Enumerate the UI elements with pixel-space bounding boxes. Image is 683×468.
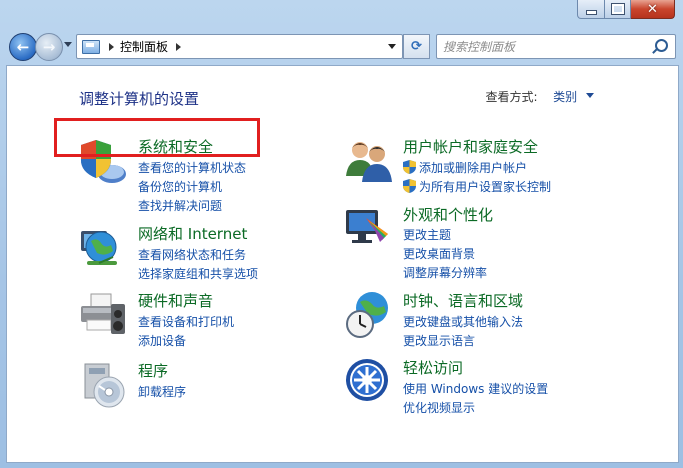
- users-icon: [346, 142, 392, 182]
- category-link[interactable]: 更改显示语言: [403, 332, 475, 349]
- maximize-button[interactable]: [605, 0, 631, 19]
- category-link[interactable]: 查看网络状态和任务: [138, 246, 246, 263]
- breadcrumb-control-panel[interactable]: 控制面板: [120, 38, 168, 55]
- category-title[interactable]: 轻松访问: [403, 357, 463, 378]
- programs-disc-icon: [84, 363, 125, 408]
- uac-shield-icon: [403, 160, 416, 174]
- view-by-row: 查看方式: 类别: [485, 88, 595, 105]
- category-link[interactable]: 优化视频显示: [403, 399, 475, 416]
- category-link[interactable]: 查看设备和打印机: [138, 313, 234, 330]
- category-title[interactable]: 硬件和声音: [138, 290, 213, 311]
- address-dropdown-icon[interactable]: [388, 44, 396, 49]
- search-input[interactable]: [441, 37, 650, 57]
- category-link[interactable]: 选择家庭组和共享选项: [138, 265, 258, 282]
- caption-buttons: ✕: [577, 0, 675, 20]
- view-by-dropdown-icon[interactable]: [586, 93, 594, 98]
- maximize-icon: [610, 3, 625, 15]
- category-link[interactable]: 添加设备: [138, 332, 186, 349]
- category-title[interactable]: 用户帐户和家庭安全: [403, 136, 538, 157]
- back-button[interactable]: ←: [9, 33, 37, 61]
- uac-shield-icon: [403, 179, 416, 193]
- forward-button[interactable]: →: [35, 33, 63, 61]
- category-link[interactable]: 备份您的计算机: [138, 178, 222, 195]
- category-link[interactable]: 更改键盘或其他输入法: [403, 313, 523, 330]
- view-by-value[interactable]: 类别: [553, 90, 577, 104]
- category-link[interactable]: 查找并解决问题: [138, 197, 222, 214]
- ease-of-access-icon: [346, 359, 388, 401]
- control-panel-window: ✕ ← → 控制面板 ⟳ 调整计算机的设置 查看方式: 类别: [0, 0, 683, 468]
- control-panel-folder-icon: [82, 39, 100, 54]
- breadcrumb-separator-icon[interactable]: [176, 42, 182, 51]
- category-link[interactable]: 卸载程序: [138, 383, 186, 400]
- category-link[interactable]: 添加或删除用户帐户: [419, 159, 527, 176]
- category-title[interactable]: 程序: [138, 360, 168, 381]
- back-arrow-icon: ←: [16, 38, 30, 56]
- refresh-button[interactable]: ⟳: [403, 34, 430, 59]
- refresh-icon: ⟳: [411, 39, 422, 54]
- address-bar[interactable]: 控制面板: [76, 34, 403, 59]
- category-link[interactable]: 更改桌面背景: [403, 245, 475, 262]
- close-button[interactable]: ✕: [631, 0, 675, 19]
- category-title[interactable]: 外观和个性化: [403, 204, 493, 225]
- printer-icon: [81, 293, 125, 334]
- page-title: 调整计算机的设置: [79, 90, 200, 108]
- network-globe-icon: [81, 231, 117, 265]
- recent-pages-dropdown[interactable]: [64, 42, 72, 47]
- minimize-icon: [585, 9, 597, 15]
- search-icon[interactable]: [655, 39, 668, 52]
- view-by-label: 查看方式:: [485, 90, 538, 104]
- search-box[interactable]: [436, 34, 676, 59]
- category-title[interactable]: 时钟、语言和区域: [403, 290, 523, 311]
- category-title[interactable]: 网络和 Internet: [138, 223, 247, 244]
- category-link[interactable]: 查看您的计算机状态: [138, 159, 246, 176]
- clock-globe-icon: [346, 292, 388, 338]
- breadcrumb-separator-icon[interactable]: [109, 42, 114, 51]
- navigation-bar: ← → 控制面板 ⟳: [0, 30, 683, 62]
- close-icon: ✕: [647, 1, 658, 17]
- forward-arrow-icon: →: [42, 38, 56, 56]
- category-link[interactable]: 更改主题: [403, 226, 451, 243]
- monitor-palette-icon: [346, 210, 388, 243]
- category-link[interactable]: 使用 Windows 建议的设置: [403, 380, 548, 397]
- highlight-box: [54, 118, 260, 157]
- category-link[interactable]: 调整屏幕分辨率: [403, 264, 487, 281]
- category-link[interactable]: 为所有用户设置家长控制: [419, 178, 551, 195]
- minimize-button[interactable]: [577, 0, 605, 19]
